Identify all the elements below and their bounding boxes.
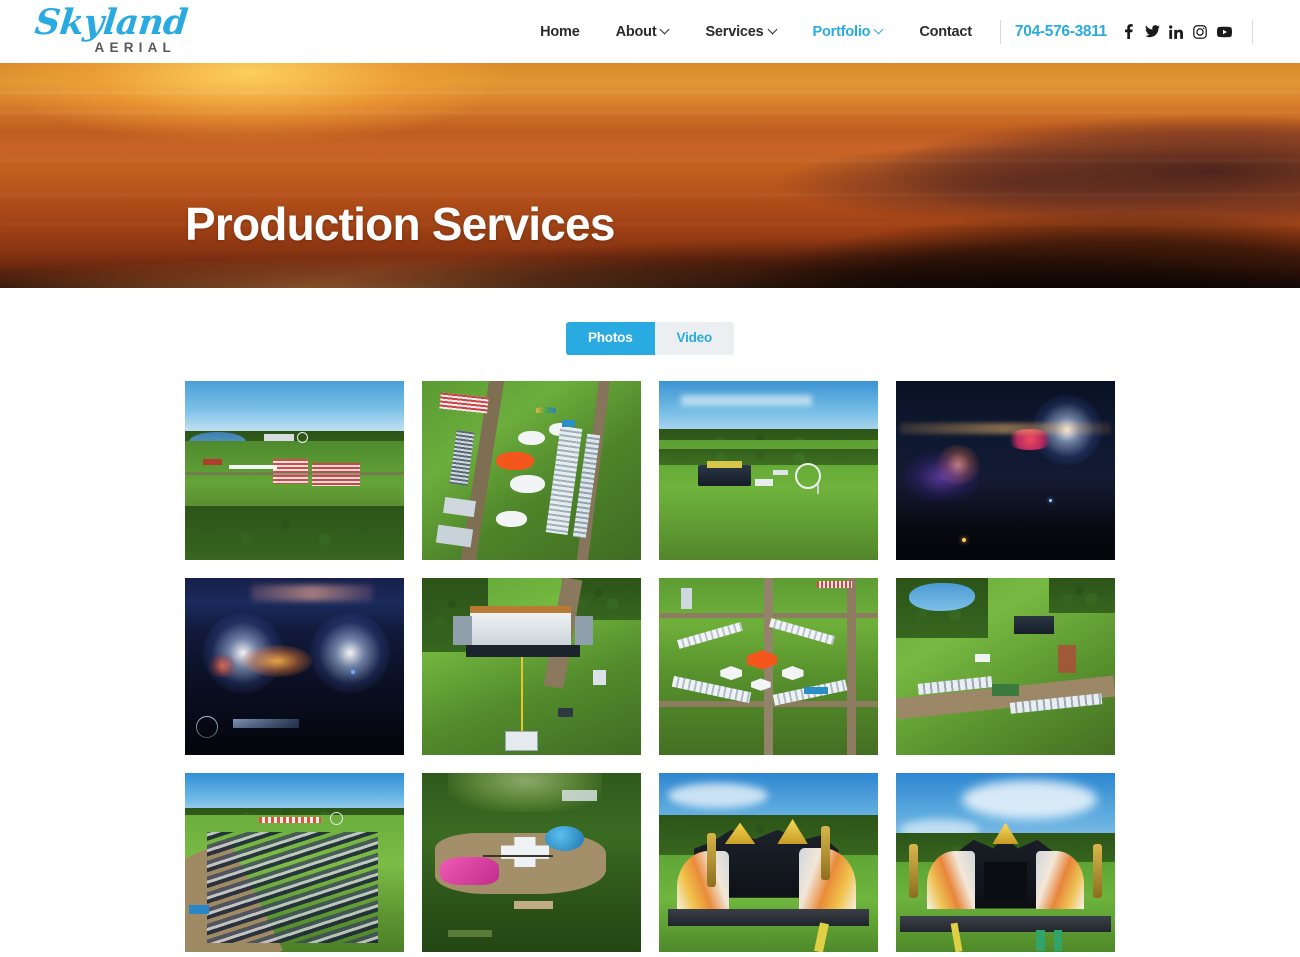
nav-item-contact-label: Contact xyxy=(919,23,972,40)
gallery-image-11 xyxy=(659,772,878,952)
gallery-item[interactable] xyxy=(422,772,641,952)
gallery-item[interactable] xyxy=(185,577,404,755)
page-title: Production Services xyxy=(185,198,615,250)
instagram-icon[interactable] xyxy=(1188,21,1212,43)
nav-item-portfolio-label: Portfolio xyxy=(812,23,871,40)
phone-link[interactable]: 704-576-3811 xyxy=(1015,23,1107,41)
portfolio-gallery xyxy=(185,380,1115,952)
gallery-item[interactable] xyxy=(185,380,404,560)
chevron-down-icon xyxy=(661,26,669,34)
gallery-image-1 xyxy=(185,380,404,560)
gallery-item[interactable] xyxy=(896,380,1115,560)
youtube-icon[interactable] xyxy=(1212,21,1236,43)
gallery-item[interactable] xyxy=(659,577,878,755)
gallery-item[interactable] xyxy=(422,380,641,560)
portfolio-tabs: Photos Video xyxy=(565,322,735,355)
gallery-image-3 xyxy=(659,380,878,560)
nav-item-services[interactable]: Services xyxy=(687,24,794,40)
nav-item-contact[interactable]: Contact xyxy=(901,24,990,40)
gallery-image-5 xyxy=(185,577,404,755)
gallery-image-4 xyxy=(896,380,1115,560)
nav-item-services-label: Services xyxy=(705,23,764,40)
hero-background-image xyxy=(0,63,1300,288)
site-logo[interactable]: Skyland AERIAL xyxy=(32,2,190,59)
nav-item-about-label: About xyxy=(615,23,657,40)
gallery-item[interactable] xyxy=(659,380,878,560)
tab-photos[interactable]: Photos xyxy=(565,322,655,355)
nav-item-about[interactable]: About xyxy=(598,24,688,40)
social-links xyxy=(1116,21,1236,43)
twitter-icon[interactable] xyxy=(1140,21,1164,43)
nav-item-home[interactable]: Home xyxy=(522,24,598,40)
linkedin-icon[interactable] xyxy=(1164,21,1188,43)
gallery-image-6 xyxy=(422,577,641,755)
site-header: Skyland AERIAL Home About Services Portf… xyxy=(0,0,1300,63)
gallery-item[interactable] xyxy=(659,772,878,952)
gallery-item[interactable] xyxy=(896,577,1115,755)
gallery-image-8 xyxy=(896,577,1115,755)
chevron-down-icon xyxy=(875,26,883,34)
gallery-image-9 xyxy=(185,772,404,952)
gallery-item[interactable] xyxy=(896,772,1115,952)
gallery-image-2 xyxy=(422,380,641,560)
gallery-image-7 xyxy=(659,577,878,755)
hero-banner: Production Services xyxy=(0,63,1300,288)
gallery-item[interactable] xyxy=(422,577,641,755)
gallery-image-10 xyxy=(422,772,641,952)
nav-divider xyxy=(999,19,1001,44)
nav-item-home-label: Home xyxy=(540,23,580,40)
page-bottom-spacer xyxy=(0,952,1300,957)
logo-wordmark: Skyland xyxy=(32,2,190,43)
portfolio-filter-bar: Photos Video xyxy=(0,288,1300,355)
gallery-image-12 xyxy=(896,772,1115,952)
primary-navigation: Home About Services Portfolio Contact 70… xyxy=(522,0,1253,63)
nav-divider xyxy=(1252,19,1253,44)
tab-video[interactable]: Video xyxy=(654,322,735,355)
nav-item-portfolio[interactable]: Portfolio xyxy=(795,24,902,40)
gallery-item[interactable] xyxy=(185,772,404,952)
facebook-icon[interactable] xyxy=(1116,21,1140,43)
chevron-down-icon xyxy=(769,26,777,34)
